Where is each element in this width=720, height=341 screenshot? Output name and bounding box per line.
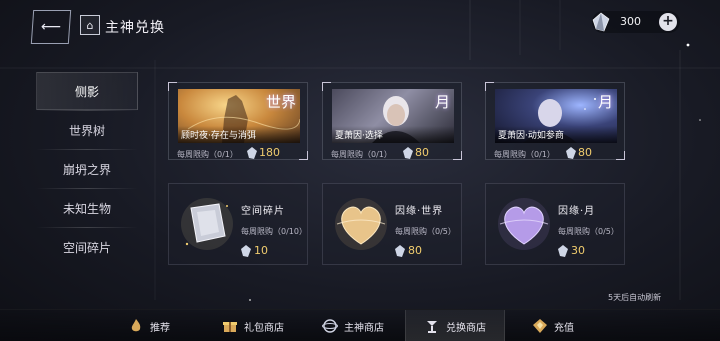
nav-tab-label: 主神商店: [344, 322, 384, 334]
nav-tab-recharge[interactable]: 充值: [532, 310, 574, 341]
card-tag: 月: [434, 93, 450, 111]
price: 10: [241, 244, 268, 257]
item-name: 空间碎片: [241, 206, 285, 217]
sidebar-item-label: 未知生物: [62, 201, 111, 216]
add-currency-button[interactable]: +: [659, 13, 677, 31]
price-value: 30: [571, 244, 585, 257]
crystal-icon: [403, 146, 413, 159]
card-art: 月 夏萧因·动如参商: [495, 89, 617, 143]
refresh-note: 5天后自动刷新: [608, 293, 662, 302]
shop-card-featured[interactable]: 世界 顾时夜·存在与消弭 每周限购（0/1） 180: [168, 82, 308, 160]
nav-tab-god-shop[interactable]: 主神商店: [322, 310, 384, 341]
price: 180: [247, 146, 280, 159]
flame-crest-icon: [128, 318, 144, 334]
home-icon: ⌂: [86, 18, 94, 32]
shop-card-featured[interactable]: 月 夏萧因·选择 每周限购（0/1） 80: [322, 82, 462, 160]
card-art: 月 夏萧因·选择: [332, 89, 454, 143]
purchase-limit: 每周限购（0/5）: [395, 227, 456, 236]
price-value: 180: [259, 146, 280, 159]
back-button[interactable]: ⟵: [30, 10, 72, 44]
crystal-icon: [566, 146, 576, 159]
card-tag: 世界: [265, 93, 296, 111]
shop-card-item[interactable]: 因缘·月 每周限购（0/5） 30: [485, 183, 625, 265]
nav-tab-recommend[interactable]: 推荐: [128, 310, 170, 341]
nav-tab-label: 推荐: [150, 322, 170, 334]
purchase-limit: 每周限购（0/1）: [331, 150, 392, 159]
sidebar-item-space-fragment[interactable]: 空间碎片: [36, 228, 138, 266]
sidebar-item-label: 世界树: [68, 123, 105, 138]
sidebar-item-world-tree[interactable]: 世界树: [36, 111, 138, 149]
diamond-crest-icon: [532, 318, 548, 334]
purchase-limit: 每周限购（0/1）: [177, 150, 238, 159]
sidebar-item-label: 侧影: [74, 84, 99, 99]
price: 80: [395, 244, 422, 257]
nav-tab-label: 兑换商店: [446, 322, 486, 334]
nav-tab-gift-shop[interactable]: 礼包商店: [222, 310, 284, 341]
price: 80: [566, 146, 592, 159]
price: 30: [558, 244, 585, 257]
nav-tab-exchange-shop[interactable]: 兑换商店: [405, 310, 505, 341]
sidebar-item-unknown-creature[interactable]: 未知生物: [36, 189, 138, 227]
purchase-limit: 每周限购（0/1）: [494, 150, 555, 159]
item-name: 因缘·月: [558, 206, 596, 217]
page-title: 主神兑换: [105, 20, 165, 36]
purchase-limit: 每周限购（0/5）: [558, 227, 619, 236]
crystal-shard-icon: [181, 198, 233, 250]
price-value: 80: [408, 244, 422, 257]
price-value: 10: [254, 244, 268, 257]
sidebar-item-collapse-realm[interactable]: 崩坍之界: [36, 150, 138, 188]
category-sidebar: 侧影 世界树 崩坍之界 未知生物 空间碎片: [36, 72, 138, 266]
crystal-icon: [247, 146, 257, 159]
globe-icon: [322, 318, 338, 334]
crystal-icon: [395, 244, 405, 257]
price-value: 80: [578, 146, 592, 159]
card-name: 夏萧因·选择: [332, 126, 454, 143]
sidebar-item-label: 崩坍之界: [62, 162, 111, 177]
crystal-icon: [592, 12, 610, 32]
sidebar-item-silhouette[interactable]: 侧影: [36, 72, 138, 110]
price: 80: [403, 146, 429, 159]
gold-heart-icon: [335, 198, 387, 250]
card-name: 夏萧因·动如参商: [495, 126, 617, 143]
card-name: 顾时夜·存在与消弭: [178, 126, 300, 143]
price-value: 80: [415, 146, 429, 159]
card-tag: 月: [597, 93, 613, 111]
crystal-icon: [241, 244, 251, 257]
shop-card-item[interactable]: 因缘·世界 每周限购（0/5） 80: [322, 183, 462, 265]
bottom-nav: 推荐 礼包商店 主神商店 兑换商店 充值: [0, 309, 720, 341]
nav-tab-label: 礼包商店: [244, 322, 284, 334]
gift-icon: [222, 318, 238, 334]
home-button[interactable]: ⌂: [80, 15, 100, 35]
currency-value: 300: [620, 15, 641, 28]
shop-card-featured[interactable]: 月 夏萧因·动如参商 每周限购（0/1） 80: [485, 82, 625, 160]
exchange-icon: [424, 318, 440, 334]
purchase-limit: 每周限购（0/10）: [241, 227, 307, 236]
sidebar-item-label: 空间碎片: [62, 240, 111, 255]
purple-heart-icon: [498, 198, 550, 250]
crystal-icon: [558, 244, 568, 257]
card-art: 世界 顾时夜·存在与消弭: [178, 89, 300, 143]
nav-tab-label: 充值: [554, 322, 574, 334]
shop-card-item[interactable]: 空间碎片 每周限购（0/10） 10: [168, 183, 308, 265]
item-name: 因缘·世界: [395, 206, 444, 217]
arrow-left-icon: ⟵: [40, 19, 62, 35]
header-bar: ⟵ ⌂ 主神兑换 300 +: [0, 0, 720, 56]
